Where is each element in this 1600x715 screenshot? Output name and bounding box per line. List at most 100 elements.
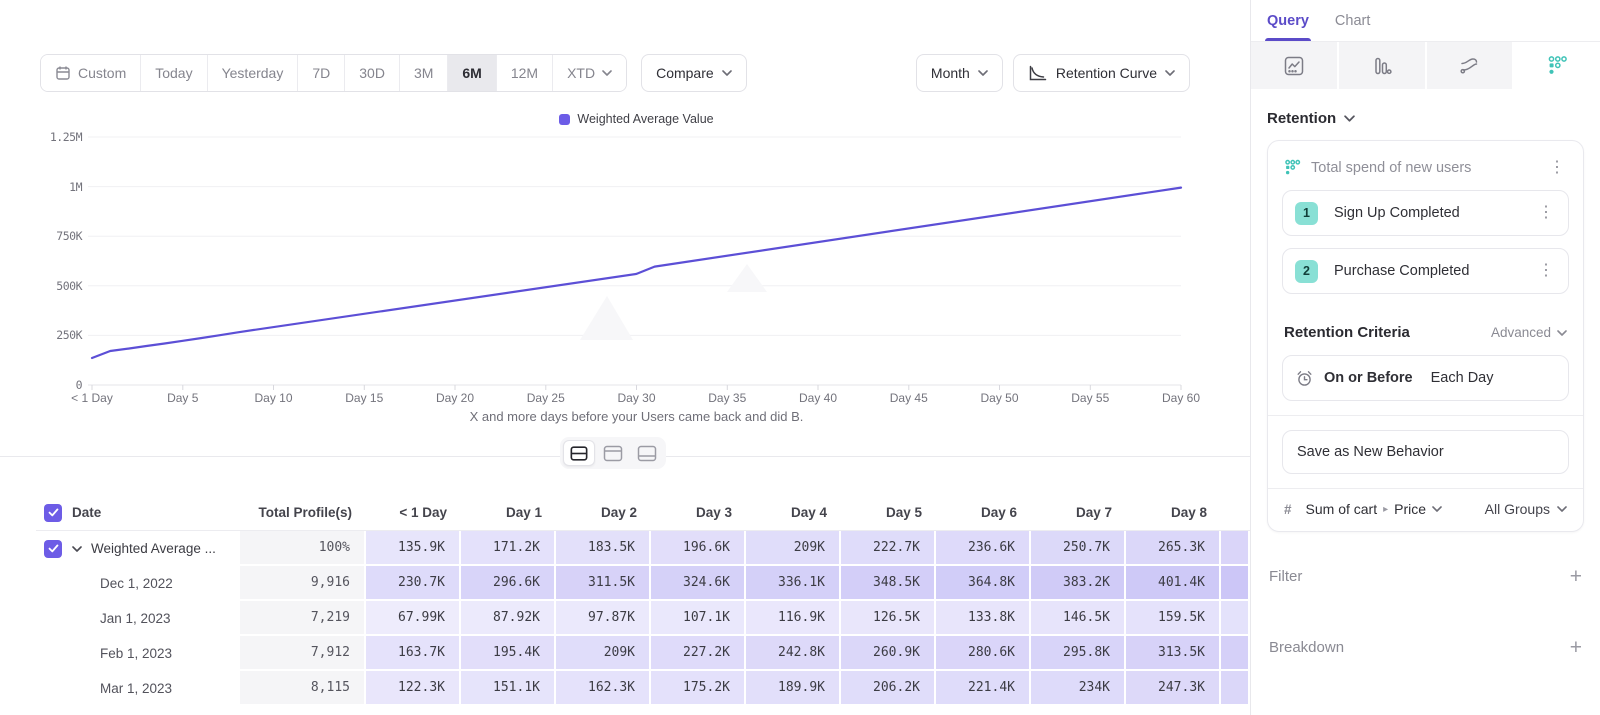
tab-query[interactable]: Query <box>1267 0 1309 41</box>
step-menu-icon[interactable]: ⋮ <box>1536 205 1556 221</box>
retention-value-cell[interactable]: 107.1K <box>651 601 746 636</box>
retention-value-cell[interactable]: 175.2K <box>651 671 746 706</box>
overflow-value-cell[interactable] <box>1221 566 1250 601</box>
overflow-value-cell[interactable] <box>1221 671 1250 706</box>
retention-report-button[interactable] <box>1514 42 1600 89</box>
retention-value-cell[interactable]: 280.6K <box>936 636 1031 671</box>
report-main-area: CustomTodayYesterday7D30D3M6M12MXTD Comp… <box>0 0 1250 715</box>
retention-value-cell[interactable]: 116.9K <box>746 601 841 636</box>
overflow-value-cell[interactable] <box>1221 531 1250 566</box>
date-column-header: Date <box>72 505 101 520</box>
insights-report-button[interactable] <box>1251 42 1339 89</box>
select-all-checkbox[interactable] <box>44 504 62 522</box>
overflow-value-cell[interactable] <box>1221 601 1250 636</box>
retention-value-cell[interactable]: 250.7K <box>1031 531 1126 566</box>
retention-value-cell[interactable]: 171.2K <box>461 531 556 566</box>
retention-value-cell[interactable]: 67.99K <box>366 601 461 636</box>
legend-swatch <box>559 114 570 125</box>
chart-legend[interactable]: Weighted Average Value <box>92 112 1181 126</box>
retention-value-cell[interactable]: 364.8K <box>936 566 1031 601</box>
retention-value-cell[interactable]: 122.3K <box>366 671 461 706</box>
chevron-down-icon <box>1432 506 1442 512</box>
retention-value-cell[interactable]: 221.4K <box>936 671 1031 706</box>
row-checkbox[interactable] <box>44 540 62 558</box>
advanced-dropdown[interactable]: Advanced <box>1491 325 1567 340</box>
retention-value-cell[interactable]: 209K <box>556 636 651 671</box>
retention-value-cell[interactable]: 163.7K <box>366 636 461 671</box>
table-bottom-view-button[interactable] <box>631 440 663 466</box>
row-label-text: Weighted Average ... <box>91 541 216 556</box>
flows-icon <box>1458 55 1480 77</box>
retention-value-cell[interactable]: 189.9K <box>746 671 841 706</box>
measurement-row: # Sum of cart ▸ Price All Groups <box>1268 489 1583 531</box>
retention-table: DateTotal Profile(s)< 1 DayDay 1Day 2Day… <box>36 495 1250 706</box>
retention-value-cell[interactable]: 247.3K <box>1126 671 1221 706</box>
all-groups-dropdown[interactable]: All Groups <box>1485 501 1567 517</box>
retention-value-cell[interactable]: 159.5K <box>1126 601 1221 636</box>
retention-value-cell[interactable]: 230.7K <box>366 566 461 601</box>
retention-value-cell[interactable]: 227.2K <box>651 636 746 671</box>
retention-value-cell[interactable]: 196.6K <box>651 531 746 566</box>
behavior-menu-icon[interactable]: ⋮ <box>1547 160 1567 176</box>
retention-value-cell[interactable]: 126.5K <box>841 601 936 636</box>
retention-value-cell[interactable]: 260.9K <box>841 636 936 671</box>
behavior-step-2[interactable]: 2 Purchase Completed ⋮ <box>1282 248 1569 294</box>
table-header-date: Date <box>36 495 240 531</box>
measure-label[interactable]: Sum of cart <box>1306 501 1378 517</box>
behavior-title: Total spend of new users <box>1311 160 1537 176</box>
retention-value-cell[interactable]: 234K <box>1031 671 1126 706</box>
funnels-report-button[interactable] <box>1339 42 1427 89</box>
retention-curve-chart: Weighted Average Value 0250K500K750K1M1.… <box>0 0 1250 460</box>
legend-label: Weighted Average Value <box>577 112 713 126</box>
retention-value-cell[interactable]: 146.5K <box>1031 601 1126 636</box>
retention-value-cell[interactable]: 183.5K <box>556 531 651 566</box>
table-top-view-button[interactable] <box>597 440 629 466</box>
retention-value-cell[interactable]: 97.87K <box>556 601 651 636</box>
add-breakdown-icon[interactable]: + <box>1570 637 1582 658</box>
on-or-before-row[interactable]: On or Before Each Day <box>1282 355 1569 401</box>
y-axis-label: 1.25M <box>14 130 82 144</box>
filter-label: Filter <box>1269 568 1302 585</box>
retention-value-cell[interactable]: 151.1K <box>461 671 556 706</box>
save-as-new-behavior-button[interactable]: Save as New Behavior <box>1282 430 1569 474</box>
numeric-property-icon: # <box>1284 502 1292 517</box>
x-axis-label: Day 20 <box>410 391 500 405</box>
chevron-down-icon[interactable] <box>72 546 82 552</box>
breakdown-section[interactable]: Breakdown + <box>1269 637 1582 658</box>
step-menu-icon[interactable]: ⋮ <box>1536 263 1556 279</box>
retention-value-cell[interactable]: 265.3K <box>1126 531 1221 566</box>
all-groups-label: All Groups <box>1485 501 1550 517</box>
retention-value-cell[interactable]: 383.2K <box>1031 566 1126 601</box>
retention-value-cell[interactable]: 348.5K <box>841 566 936 601</box>
retention-value-cell[interactable]: 313.5K <box>1126 636 1221 671</box>
retention-value-cell[interactable]: 87.92K <box>461 601 556 636</box>
retention-value-cell[interactable]: 206.2K <box>841 671 936 706</box>
add-filter-icon[interactable]: + <box>1570 566 1582 587</box>
tab-chart[interactable]: Chart <box>1335 0 1370 41</box>
x-axis-label: Day 45 <box>864 391 954 405</box>
retention-value-cell[interactable]: 324.6K <box>651 566 746 601</box>
filter-section[interactable]: Filter + <box>1269 566 1582 587</box>
retention-value-cell[interactable]: 133.8K <box>936 601 1031 636</box>
retention-value-cell[interactable]: 209K <box>746 531 841 566</box>
table-split-view-button[interactable] <box>563 440 595 466</box>
retention-value-cell[interactable]: 296.6K <box>461 566 556 601</box>
flows-report-button[interactable] <box>1427 42 1515 89</box>
retention-value-cell[interactable]: 295.8K <box>1031 636 1126 671</box>
retention-value-cell[interactable]: 336.1K <box>746 566 841 601</box>
measure-property-label[interactable]: Price <box>1394 501 1426 517</box>
retention-value-cell[interactable]: 162.3K <box>556 671 651 706</box>
retention-value-cell[interactable]: 401.4K <box>1126 566 1221 601</box>
total-profiles-cell: 100% <box>240 531 366 566</box>
report-type-dropdown[interactable]: Retention <box>1267 110 1584 127</box>
retention-value-cell[interactable]: 311.5K <box>556 566 651 601</box>
retention-value-cell[interactable]: 242.8K <box>746 636 841 671</box>
behavior-card: Total spend of new users ⋮ 1 Sign Up Com… <box>1267 140 1584 532</box>
retention-value-cell[interactable]: 135.9K <box>366 531 461 566</box>
behavior-step-1[interactable]: 1 Sign Up Completed ⋮ <box>1282 190 1569 236</box>
retention-value-cell[interactable]: 222.7K <box>841 531 936 566</box>
row-label-text: Mar 1, 2023 <box>100 681 172 696</box>
retention-value-cell[interactable]: 195.4K <box>461 636 556 671</box>
overflow-value-cell[interactable] <box>1221 636 1250 671</box>
retention-value-cell[interactable]: 236.6K <box>936 531 1031 566</box>
